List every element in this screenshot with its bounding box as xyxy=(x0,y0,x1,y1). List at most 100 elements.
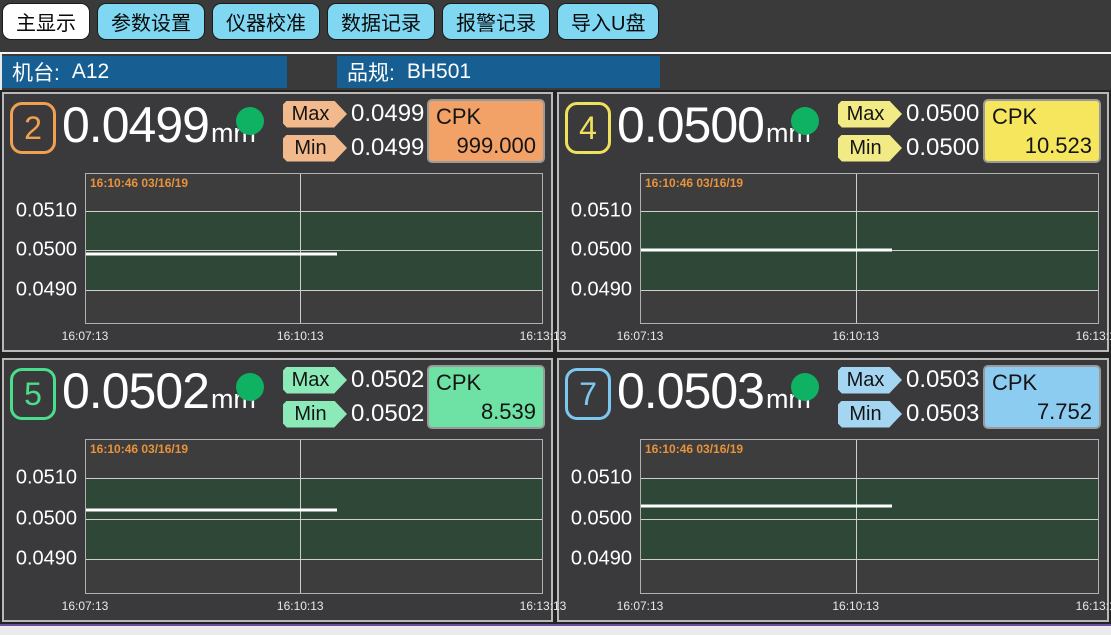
max-tag: Max xyxy=(838,101,902,128)
gridline xyxy=(641,478,1098,479)
max-min-tags: Max 0.0499 Min 0.0499 xyxy=(283,100,424,168)
cpk-label: CPK xyxy=(436,370,536,396)
x-tick-label: 16:07:13 xyxy=(62,329,109,343)
y-tick-label: 0.0500 xyxy=(16,507,77,530)
cpk-box: CPK 7.752 xyxy=(983,365,1101,429)
x-tick-label: 16:13:13 xyxy=(1076,599,1111,613)
gridline xyxy=(641,559,1098,560)
x-tick-label: 16:13:13 xyxy=(520,329,567,343)
tab-main-display[interactable]: 主显示 xyxy=(2,3,90,40)
plot-area: 16:10:46 03/16/19 xyxy=(640,173,1099,324)
trend-chart: 0.05100.05000.0490 16:10:46 03/16/19 16:… xyxy=(559,439,1099,594)
machine-value: A12 xyxy=(72,60,109,84)
x-tick-label: 16:10:13 xyxy=(832,329,879,343)
cpk-box: CPK 8.539 xyxy=(427,365,545,429)
min-value: 0.0499 xyxy=(351,134,424,162)
y-axis-labels: 0.0510 0.0500 0.0490 xyxy=(4,439,81,594)
measurement-trace xyxy=(86,509,337,512)
x-tick-label: 16:10:13 xyxy=(832,599,879,613)
machine-header: 机台: A12 xyxy=(2,56,287,88)
y-tick-label: 0.0510 xyxy=(571,466,632,489)
plot-area: 16:10:46 03/16/19 xyxy=(85,173,543,324)
min-tag: Min xyxy=(838,401,902,428)
min-tag: Min xyxy=(283,135,347,162)
gridline xyxy=(86,290,542,291)
chart-timestamp: 16:10:46 03/16/19 xyxy=(90,442,188,456)
max-value: 0.0500 xyxy=(906,100,979,128)
status-ok-icon xyxy=(791,373,819,401)
panels-grid: 2 0.0499mm Max 0.0499 Min 0.0499 C xyxy=(0,90,1111,624)
x-tick-label: 16:10:13 xyxy=(277,329,324,343)
x-tick-label: 16:07:13 xyxy=(617,599,664,613)
panel-header: 7 0.0503mm Max 0.0503 Min 0.0503 C xyxy=(559,360,1107,438)
y-tick-label: 0.0510 xyxy=(571,199,632,222)
max-min-tags: Max 0.0500 Min 0.0500 xyxy=(838,100,979,168)
max-min-tags: Max 0.0502 Min 0.0502 xyxy=(283,366,424,434)
channel-panel-2: 2 0.0499mm Max 0.0499 Min 0.0499 C xyxy=(2,92,553,352)
trend-chart: 0.05100.05000.0490 16:10:46 03/16/19 16:… xyxy=(559,173,1099,324)
y-axis-labels: 0.05100.05000.0490 xyxy=(559,173,636,324)
y-tick-label: 0.0500 xyxy=(16,239,77,262)
plot-area: 16:10:46 03/16/19 xyxy=(85,439,543,594)
min-value: 0.0500 xyxy=(906,134,979,162)
max-value: 0.0503 xyxy=(906,366,979,394)
product-value: BH501 xyxy=(407,60,471,84)
cpk-value: 7.752 xyxy=(992,399,1092,425)
measurement-value: 0.0500mm xyxy=(617,96,811,154)
min-tag: Min xyxy=(838,135,902,162)
cpk-box: CPK 999.000 xyxy=(427,99,545,163)
y-tick-label: 0.0510 xyxy=(16,199,77,222)
max-tag: Max xyxy=(283,367,347,394)
hmi-screen: 主显示 参数设置 仪器校准 数据记录 报警记录 导入U盘 机台: A12 品规:… xyxy=(0,0,1111,635)
chart-timestamp: 16:10:46 03/16/19 xyxy=(645,442,743,456)
channel-badge: 5 xyxy=(10,368,56,420)
channel-badge: 2 xyxy=(10,102,56,154)
gridline xyxy=(86,559,542,560)
chart-timestamp: 16:10:46 03/16/19 xyxy=(90,176,188,190)
gridline xyxy=(86,211,542,212)
y-tick-label: 0.0510 xyxy=(16,466,77,489)
measurement-value: 0.0499mm xyxy=(62,96,256,154)
bottom-edge-strip xyxy=(0,626,1111,635)
channel-panel-7: 7 0.0503mm Max 0.0503 Min 0.0503 C xyxy=(557,358,1109,622)
cpk-label: CPK xyxy=(992,104,1092,130)
measurement-trace xyxy=(641,505,892,508)
tab-import-usb[interactable]: 导入U盘 xyxy=(557,3,659,40)
cpk-value: 8.539 xyxy=(436,399,536,425)
cpk-label: CPK xyxy=(436,104,536,130)
measurement-trace xyxy=(641,249,892,252)
top-separator xyxy=(0,52,1111,54)
min-value: 0.0503 xyxy=(906,400,979,428)
panel-header: 2 0.0499mm Max 0.0499 Min 0.0499 C xyxy=(4,94,551,172)
gridline xyxy=(641,211,1098,212)
trend-chart: 0.05100.05000.0490 16:10:46 03/16/19 16:… xyxy=(4,173,543,324)
channel-panel-5: 5 0.0502mm Max 0.0502 Min 0.0502 C xyxy=(2,358,553,622)
measurement-value: 0.0503mm xyxy=(617,362,811,420)
max-value: 0.0499 xyxy=(351,100,424,128)
x-axis-labels: 16:07:1316:10:1316:13:13 xyxy=(640,594,1099,616)
tab-bar: 主显示 参数设置 仪器校准 数据记录 报警记录 导入U盘 xyxy=(2,3,659,40)
tab-alarm-record[interactable]: 报警记录 xyxy=(442,3,550,40)
y-axis-labels: 0.05100.05000.0490 xyxy=(4,173,81,324)
x-axis-labels: 16:07:1316:10:1316:13:13 xyxy=(85,324,543,346)
y-axis-labels: 0.05100.05000.0490 xyxy=(559,439,636,594)
tab-parameter-settings[interactable]: 参数设置 xyxy=(97,3,205,40)
status-ok-icon xyxy=(236,373,264,401)
panel-header: 5 0.0502mm Max 0.0502 Min 0.0502 C xyxy=(4,360,551,438)
x-tick-label: 16:10:13 xyxy=(277,599,324,613)
x-tick-label: 16:07:13 xyxy=(617,329,664,343)
x-tick-label: 16:13:13 xyxy=(1076,329,1111,343)
measurement-trace xyxy=(86,253,337,256)
tab-instrument-calibration[interactable]: 仪器校准 xyxy=(212,3,320,40)
cpk-value: 999.000 xyxy=(436,133,536,159)
max-value: 0.0502 xyxy=(351,366,424,394)
max-tag: Max xyxy=(283,101,347,128)
cpk-label: CPK xyxy=(992,370,1092,396)
y-tick-label: 0.0490 xyxy=(571,279,632,302)
max-tag: Max xyxy=(838,367,902,394)
product-header: 品规: BH501 xyxy=(337,56,660,88)
y-tick-label: 0.0490 xyxy=(16,548,77,571)
plot-area: 16:10:46 03/16/19 xyxy=(640,439,1099,594)
cpk-value: 10.523 xyxy=(992,133,1092,159)
tab-data-record[interactable]: 数据记录 xyxy=(327,3,435,40)
